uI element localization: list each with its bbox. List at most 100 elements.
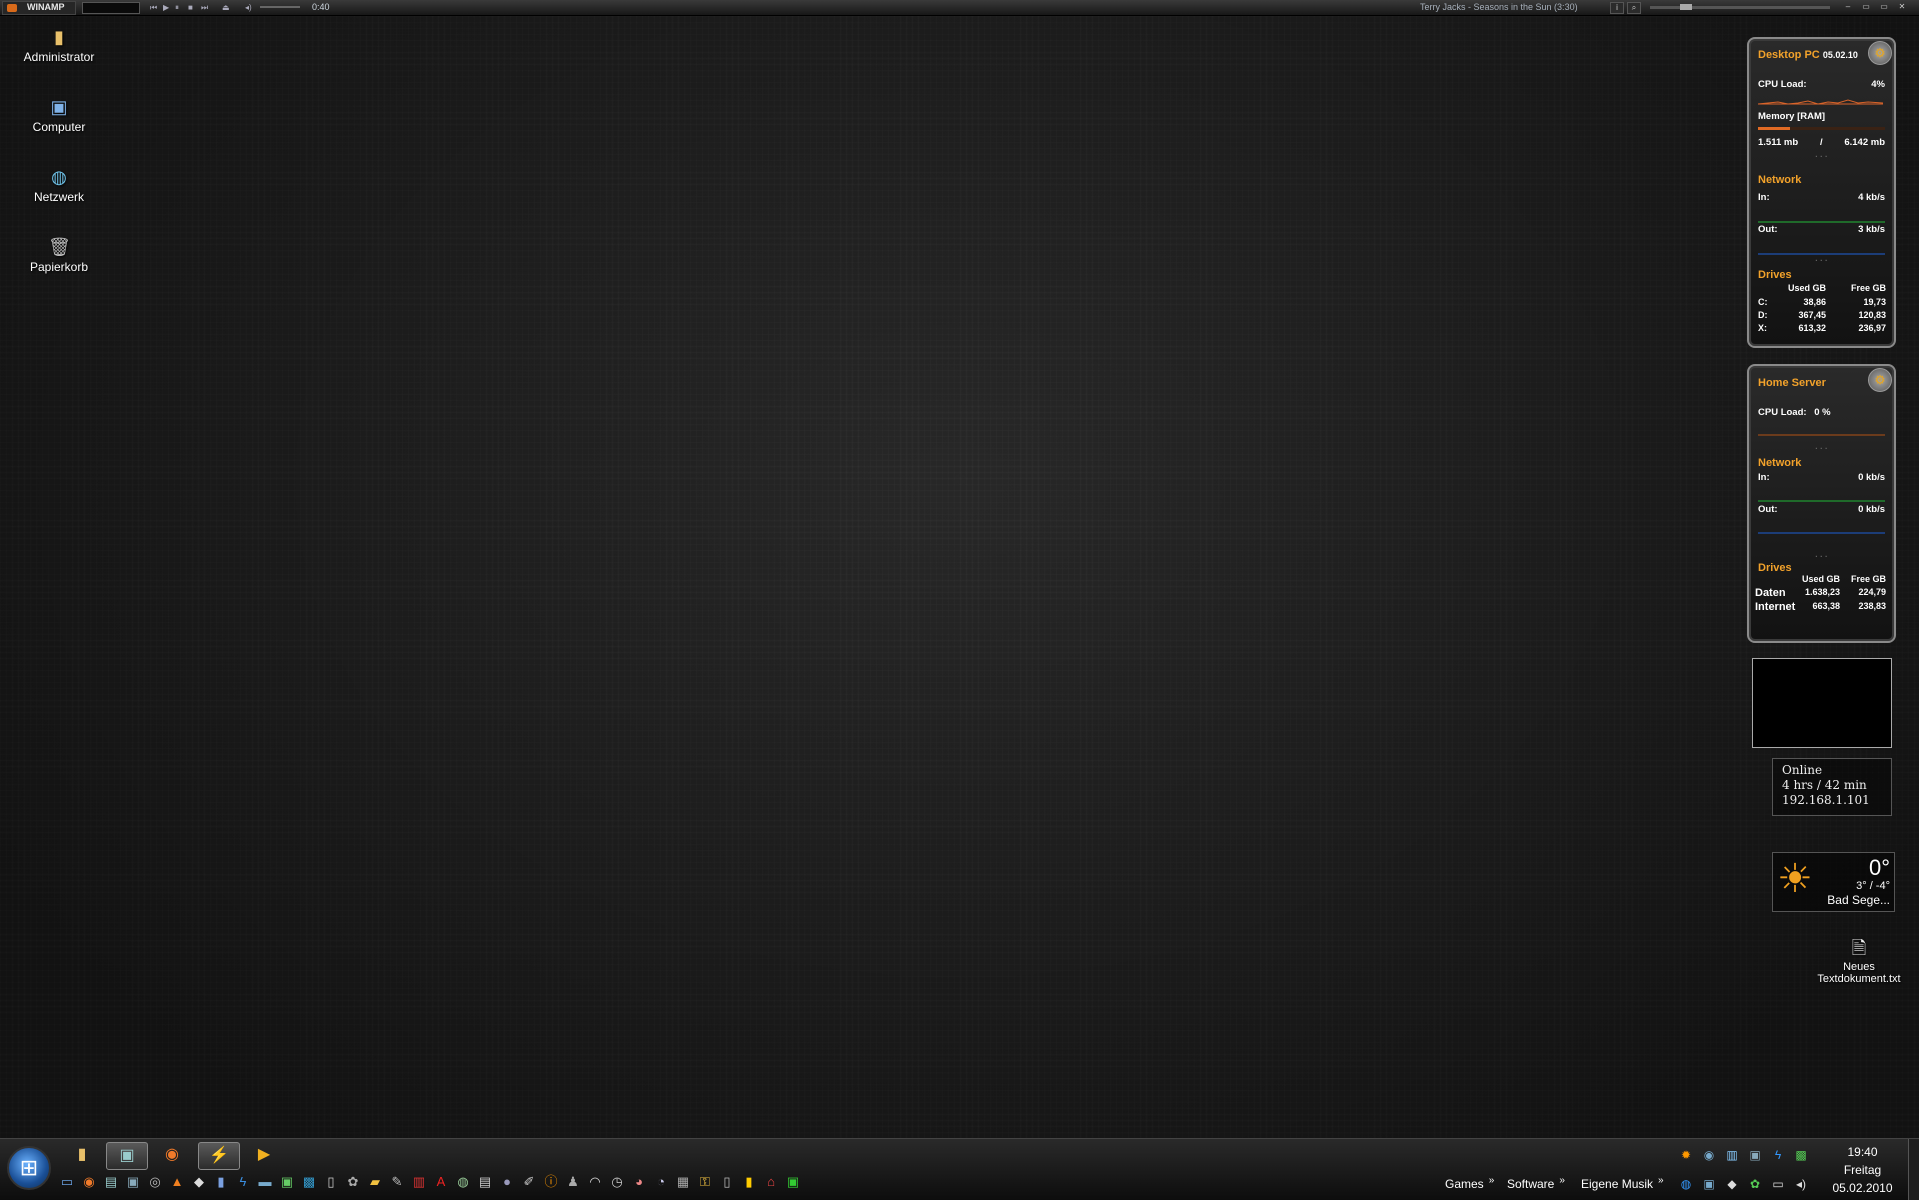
pause-icon[interactable]: ⏸: [175, 0, 179, 15]
monitor-icon[interactable]: ▣: [124, 1173, 142, 1191]
info-icon[interactable]: ⓘ: [542, 1173, 560, 1191]
update-tray-icon[interactable]: ▩: [1792, 1146, 1810, 1164]
clock-icon[interactable]: ◷: [608, 1173, 626, 1191]
key-icon[interactable]: ⚿: [696, 1173, 714, 1191]
free-header: Free GB: [1850, 283, 1886, 293]
book-icon[interactable]: ▮: [212, 1173, 230, 1191]
sphere-icon[interactable]: ●: [498, 1173, 516, 1191]
firefox-icon[interactable]: ◉: [80, 1173, 98, 1191]
toolbar-link-eigene-musik[interactable]: Eigene Musik »: [1581, 1175, 1664, 1191]
volume-icon[interactable]: ◂): [245, 0, 252, 15]
start-button[interactable]: ⊞: [7, 1146, 51, 1190]
sun-tray-icon[interactable]: ✹: [1677, 1146, 1695, 1164]
desktop-icon-computer[interactable]: ▣ Computer: [9, 96, 109, 134]
display-tray-icon[interactable]: ▣: [1700, 1175, 1718, 1193]
seek-bar[interactable]: [1650, 4, 1830, 10]
keyboard-icon[interactable]: ▬: [256, 1173, 274, 1191]
notepad-icon[interactable]: ▤: [476, 1173, 494, 1191]
close-icon[interactable]: ✕: [1896, 2, 1908, 12]
house-icon[interactable]: ⌂: [762, 1173, 780, 1191]
playback-time: 0:40: [312, 2, 330, 12]
drives-table: Used GB Free GB Daten 1.638,23 224,79 In…: [1755, 574, 1886, 613]
blank-gadget: [1752, 658, 1892, 748]
skype-tray-icon[interactable]: ◉: [1700, 1146, 1718, 1164]
shield-icon[interactable]: ◆: [190, 1173, 208, 1191]
printer-icon[interactable]: ▦: [674, 1173, 692, 1191]
gadget-settings-icon[interactable]: ⚙: [1868, 368, 1892, 392]
cpu-graph: [1758, 434, 1885, 436]
globe-icon[interactable]: ◍: [454, 1173, 472, 1191]
stop-icon[interactable]: ■: [188, 0, 193, 15]
remote-desktop-taskbar-button[interactable]: ▣: [106, 1142, 148, 1170]
desktop-icon-administrator[interactable]: ▮ Administrator: [9, 26, 109, 64]
user-icon[interactable]: ♟: [564, 1173, 582, 1191]
network-icon: ◍: [51, 167, 67, 187]
connection-status: Online: [1782, 763, 1823, 777]
chart-tray-icon[interactable]: ▥: [1723, 1146, 1741, 1164]
connection-gadget: Online 4 hrs / 42 min 192.168.1.101: [1772, 758, 1892, 816]
shade-icon[interactable]: ▭: [1878, 2, 1890, 12]
lightning-icon[interactable]: ϟ: [234, 1173, 252, 1191]
search-button[interactable]: ⌕: [1627, 2, 1641, 14]
pen-icon[interactable]: ✐: [520, 1173, 538, 1191]
drive-name: C:: [1758, 297, 1768, 307]
desktop-icon-text-file[interactable]: 🗎 Neues Textdokument.txt: [1807, 937, 1911, 985]
volume-tray-icon[interactable]: ◂): [1792, 1175, 1810, 1193]
weather-gadget[interactable]: ☀ 0° 3° / -4° Bad Sege...: [1772, 852, 1895, 912]
battery-icon[interactable]: ▮: [740, 1173, 758, 1191]
money-icon[interactable]: ▣: [784, 1173, 802, 1191]
document-icon[interactable]: ▯: [322, 1173, 340, 1191]
firefox-taskbar-button[interactable]: ◉: [152, 1142, 192, 1168]
pie-icon[interactable]: ◕: [630, 1173, 648, 1191]
app-icon[interactable]: ▩: [300, 1173, 318, 1191]
winamp-logo[interactable]: WINAMP: [2, 1, 76, 15]
flower-tray-icon[interactable]: ✿: [1746, 1175, 1764, 1193]
network-tray-icon[interactable]: ▭: [1769, 1175, 1787, 1193]
explorer-taskbar-button[interactable]: ▮: [62, 1142, 102, 1168]
ie-tray-icon[interactable]: ◍: [1677, 1175, 1695, 1193]
chat-icon[interactable]: ◔: [652, 1173, 670, 1191]
seek-handle[interactable]: [1680, 4, 1692, 10]
toolbar-link-games[interactable]: Games »: [1445, 1175, 1494, 1191]
show-desktop-button[interactable]: [1908, 1139, 1919, 1200]
media-player-taskbar-button[interactable]: ▶: [244, 1142, 284, 1168]
network-heading: Network: [1758, 457, 1802, 469]
system-clock[interactable]: 19:40 Freitag 05.02.2010: [1820, 1143, 1905, 1197]
previous-icon[interactable]: ⏮: [150, 0, 157, 15]
user-folder-icon: ▮: [54, 27, 64, 47]
info-button[interactable]: i: [1610, 2, 1624, 14]
gear-icon[interactable]: ✿: [344, 1173, 362, 1191]
pdf-icon[interactable]: A: [432, 1173, 450, 1191]
file-icon[interactable]: ▯: [718, 1173, 736, 1191]
security-tray-icon[interactable]: ◆: [1723, 1175, 1741, 1193]
folder-icon[interactable]: ▰: [366, 1173, 384, 1191]
play-icon[interactable]: ▶: [163, 0, 169, 15]
winamp-taskbar-button[interactable]: ⚡: [198, 1142, 240, 1170]
window-icon[interactable]: ▣: [278, 1173, 296, 1191]
memory-label-text: Memory [RAM]: [1758, 111, 1826, 122]
eject-icon[interactable]: ⏏: [222, 0, 230, 15]
desktop-icon-papierkorb[interactable]: 🗑 Papierkorb: [9, 236, 109, 274]
chart-icon[interactable]: ▥: [410, 1173, 428, 1191]
tools-icon[interactable]: ✎: [388, 1173, 406, 1191]
drives-table-header: Used GB Free GB: [1758, 283, 1886, 293]
gadget-settings-icon[interactable]: ⚙: [1868, 41, 1892, 65]
volume-slider[interactable]: [260, 6, 300, 8]
file-name-line1: Neues: [1843, 961, 1875, 973]
monitor-tray-icon[interactable]: ▣: [1746, 1146, 1764, 1164]
vlc-icon[interactable]: ▲: [168, 1173, 186, 1191]
desktop-icon-label: Computer: [32, 120, 86, 134]
network-drive-icon[interactable]: ▤: [102, 1173, 120, 1191]
lightning-tray-icon[interactable]: ϟ: [1769, 1146, 1787, 1164]
next-icon[interactable]: ⏭: [201, 0, 208, 15]
headphones-icon[interactable]: ◠: [586, 1173, 604, 1191]
desktop-icon-netzwerk[interactable]: ◍ Netzwerk: [9, 166, 109, 204]
disk-icon[interactable]: ◎: [146, 1173, 164, 1191]
visualizer: [82, 2, 140, 14]
show-desktop-icon[interactable]: ▭: [58, 1173, 76, 1191]
restore-icon[interactable]: ▭: [1860, 2, 1872, 12]
minimize-icon[interactable]: –: [1842, 2, 1854, 12]
drives-table-header: Used GB Free GB: [1755, 574, 1886, 584]
toolbar-link-software[interactable]: Software »: [1507, 1175, 1565, 1191]
network-in-graph: [1758, 221, 1885, 223]
